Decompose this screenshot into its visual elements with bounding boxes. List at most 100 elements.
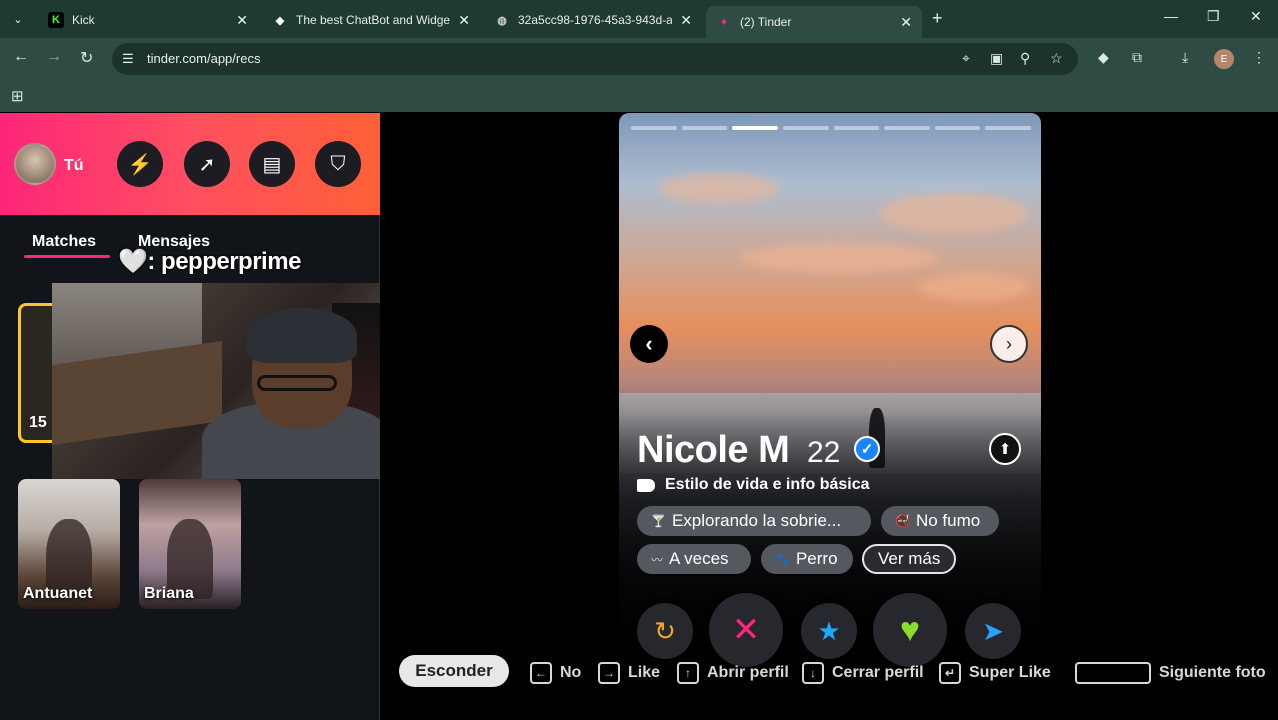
reload-icon[interactable]: ↻ <box>80 48 93 68</box>
open-profile-icon[interactable]: ⬆ <box>989 433 1021 465</box>
diamond-icon: ◆ <box>275 14 285 27</box>
photo-progress-segment[interactable] <box>782 126 829 130</box>
chip-sobriety: 🍸 Explorando la sobrie... <box>637 506 871 536</box>
glass-icon: 🍸 <box>651 514 666 528</box>
webcam-person-cap <box>247 308 357 363</box>
tab-title: Kick <box>72 13 95 27</box>
stream-overlay-name: 🤍: pepperprime <box>118 248 301 275</box>
see-more-button[interactable]: Ver más <box>862 544 956 574</box>
tab-tinder[interactable]: ♦ (2) Tinder ✕ <box>706 6 922 38</box>
chip-label: Perro <box>795 549 838 568</box>
extensions-icon[interactable]: ⧉ <box>1132 49 1142 66</box>
explore-compass-icon[interactable]: ➚ <box>184 141 230 187</box>
tab-matches[interactable]: Matches <box>32 233 96 251</box>
photo-progress <box>631 126 1031 130</box>
apps-grid-icon[interactable]: ⊞ <box>11 87 24 105</box>
verified-badge-icon: ✓ <box>854 436 880 462</box>
close-tab-icon[interactable]: ✕ <box>680 12 692 29</box>
download-icon[interactable]: ⤓ <box>1182 49 1188 66</box>
back-icon[interactable]: ← <box>13 48 29 66</box>
site-settings-icon[interactable]: ☰ <box>122 51 134 67</box>
address-bar-row: ← → ↻ ☰ tinder.com/app/recs ⌖ ▣ ⚲ ☆ ◆ ⧉ … <box>0 38 1278 80</box>
photo-progress-segment[interactable] <box>833 126 880 130</box>
lifestyle-title: Estilo de vida e info básica <box>665 476 870 493</box>
restore-icon[interactable]: ❐ <box>1207 8 1220 25</box>
omnibox[interactable]: ☰ tinder.com/app/recs ⌖ ▣ ⚲ ☆ <box>112 43 1078 75</box>
recs-main: ‹ › Nicole M 22 ✓ ⬆ Estilo de vida e inf… <box>381 113 1278 720</box>
chip-pet: 🐾 Perro <box>761 544 853 574</box>
active-tab-indicator <box>24 255 110 258</box>
profile-age: 22 <box>807 436 841 469</box>
photo-progress-segment[interactable] <box>732 126 778 130</box>
enter-key-icon: ↵ <box>939 662 961 684</box>
up-arrow-key-icon: ↑ <box>677 662 699 684</box>
close-window-icon[interactable]: ✕ <box>1250 8 1262 25</box>
tab-uuid[interactable]: ◍ 32a5cc98-1976-45a3-943d-a75 ✕ <box>484 6 702 34</box>
bookmark-star-icon[interactable]: ☆ <box>1050 50 1063 67</box>
globe-icon: ◍ <box>497 14 507 27</box>
sidebar: Tú ⚡ ➚ ▤ ⛉ Matches Mensajes 15 🤍: pepper… <box>0 113 380 720</box>
lifestyle-section: Estilo de vida e info básica <box>637 476 870 494</box>
minimize-icon[interactable]: — <box>1164 8 1178 24</box>
shield-icon[interactable]: ⛉ <box>315 141 361 187</box>
my-profile-label[interactable]: Tú <box>64 157 84 175</box>
tab-search-chevron-icon[interactable]: ⌄ <box>6 8 30 30</box>
likes-count: 15 <box>29 414 47 431</box>
paw-icon: 🐾 <box>775 552 790 566</box>
shortcut-label: Siguiente foto <box>1159 664 1266 681</box>
match-card[interactable]: Antuanet <box>18 479 120 609</box>
photo-progress-segment[interactable] <box>884 126 930 130</box>
match-card[interactable]: Briana <box>139 479 241 609</box>
my-avatar[interactable] <box>14 143 56 185</box>
nope-x-icon: ✕ <box>731 611 761 649</box>
shortcut-label: Like <box>628 664 661 681</box>
zoom-icon[interactable]: ⚲ <box>1020 50 1030 67</box>
sidebar-header: Tú ⚡ ➚ ▤ ⛉ <box>0 113 380 215</box>
cast-icon[interactable]: ▣ <box>990 50 1003 67</box>
forward-icon[interactable]: → <box>46 48 62 66</box>
extension-diamond-icon[interactable]: ◆ <box>1098 49 1109 66</box>
rewind-button[interactable]: ↻ <box>637 603 693 659</box>
menu-kebab-icon[interactable]: ⋮ <box>1252 49 1266 66</box>
sky-cloud <box>879 193 1029 233</box>
boost-bolt-icon[interactable]: ⚡ <box>117 141 163 187</box>
chip-smoking: 🚭 No fumo <box>881 506 999 536</box>
close-tab-icon[interactable]: ✕ <box>458 12 470 29</box>
shortcut-open-profile: ↑ Abrir perfil <box>677 662 789 684</box>
bookmarks-bar: ⊞ <box>0 80 1278 112</box>
tab-kick[interactable]: K Kick ✕ <box>38 6 258 34</box>
profile-avatar[interactable]: E <box>1214 49 1234 69</box>
briefcase-icon[interactable]: ▤ <box>249 141 295 187</box>
boost-send-button[interactable]: ➤ <box>965 603 1021 659</box>
superlike-button[interactable]: ★ <box>801 603 857 659</box>
photo-progress-segment[interactable] <box>681 126 728 130</box>
location-icon[interactable]: ⌖ <box>962 50 970 67</box>
shortcut-label: No <box>560 664 582 681</box>
chip-sometimes: 〰 A veces <box>637 544 751 574</box>
webcam-person-glasses <box>257 375 337 391</box>
star-icon: ★ <box>817 615 841 646</box>
smoke-icon: 〰 <box>651 552 664 567</box>
photo-progress-segment[interactable] <box>985 126 1031 130</box>
right-arrow-key-icon: → <box>598 662 620 684</box>
tab-chatbot[interactable]: ◆ The best ChatBot and Widgets ✕ <box>262 6 480 34</box>
profile-card[interactable]: ‹ › Nicole M 22 ✓ ⬆ Estilo de vida e inf… <box>619 113 1041 625</box>
no-smoking-icon: 🚭 <box>895 514 910 528</box>
next-photo-icon[interactable]: › <box>990 325 1028 363</box>
shortcut-label: Abrir perfil <box>707 664 789 681</box>
shortcut-label: Super Like <box>969 664 1051 681</box>
close-tab-icon[interactable]: ✕ <box>900 14 912 31</box>
left-arrow-key-icon: ← <box>530 662 552 684</box>
kick-icon: K <box>48 12 64 28</box>
close-tab-icon[interactable]: ✕ <box>236 12 248 29</box>
shortcut-next-photo: Siguiente foto <box>1075 662 1266 684</box>
action-buttons: ↻ ✕ ★ ♥ ➤ <box>635 593 1035 667</box>
url-text[interactable]: tinder.com/app/recs <box>147 51 260 66</box>
previous-photo-icon[interactable]: ‹ <box>630 325 668 363</box>
send-icon: ➤ <box>982 615 1004 646</box>
photo-progress-segment[interactable] <box>934 126 981 130</box>
hide-shortcuts-button[interactable]: Esconder <box>399 655 509 687</box>
photo-progress-segment[interactable] <box>631 126 677 130</box>
new-tab-icon[interactable]: + <box>932 8 943 29</box>
down-arrow-key-icon: ↓ <box>802 662 824 684</box>
